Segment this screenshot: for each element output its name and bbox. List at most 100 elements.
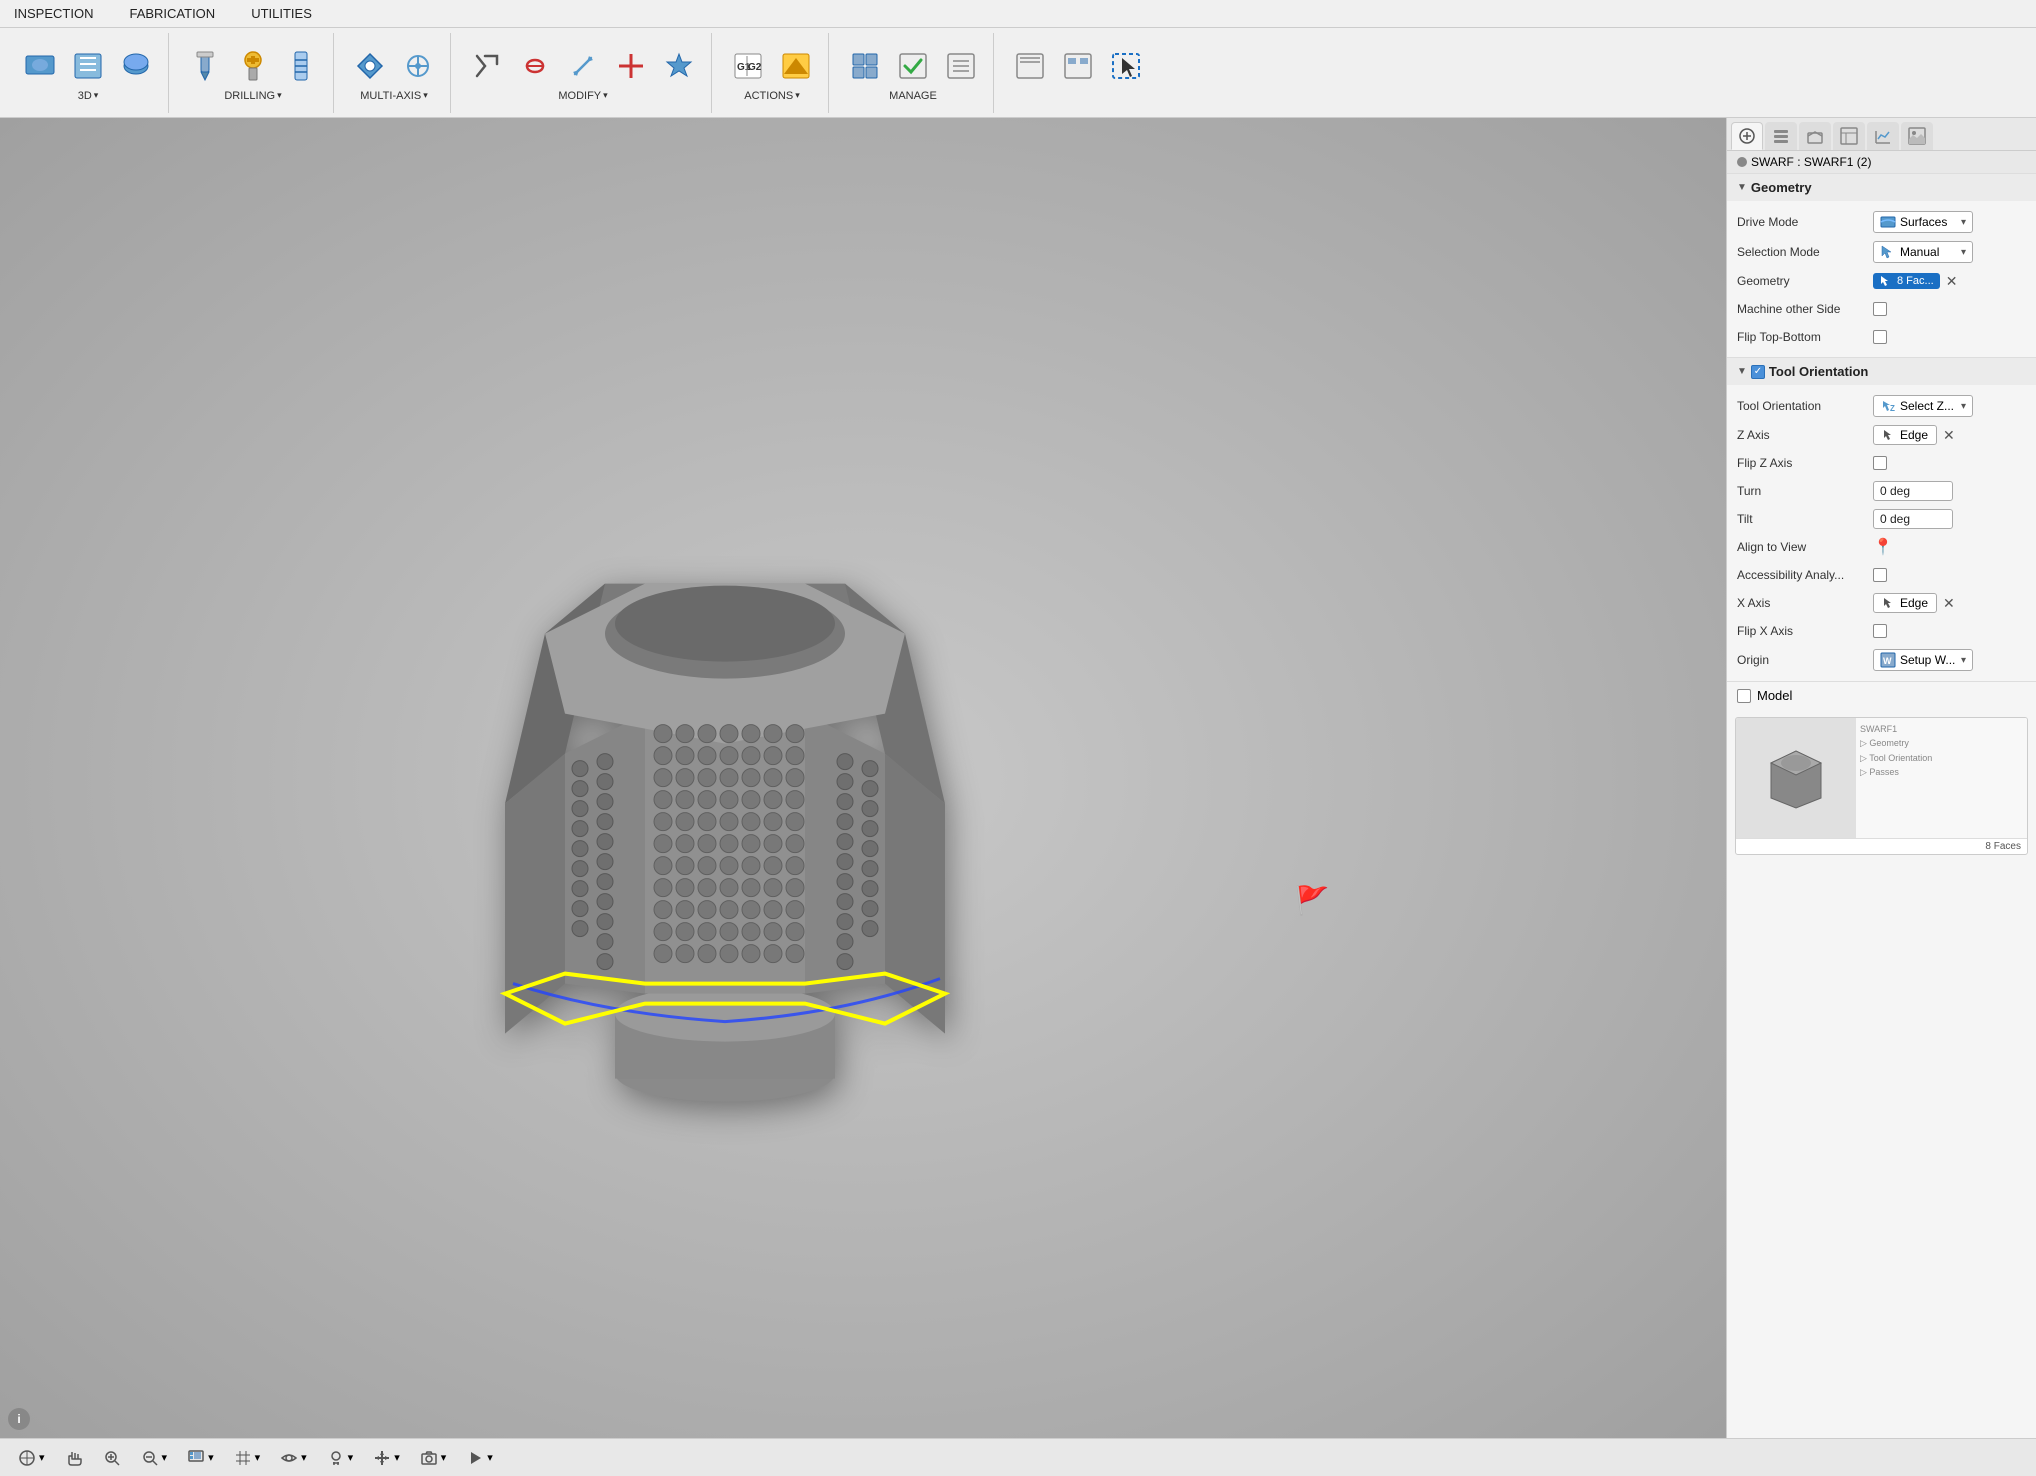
modify-btn-3[interactable] [561,44,605,88]
tilt-input[interactable]: 0 deg [1873,509,1953,529]
toolbar-modify-label[interactable]: MODIFY ▾ [558,90,607,102]
camera-icon [420,1449,438,1467]
statusbar-camera[interactable]: ▾ [414,1447,453,1469]
drill-btn-2[interactable] [231,44,275,88]
statusbar-move[interactable]: ▾ [367,1447,406,1469]
manage-btn-3[interactable] [939,44,983,88]
flip-top-bottom-checkbox[interactable] [1873,330,1887,344]
modify-btn-5[interactable] [657,44,701,88]
modify-btn-1[interactable] [465,44,509,88]
actions-btn-2[interactable] [774,44,818,88]
z-axis-clear-btn[interactable]: ✕ [1941,427,1957,444]
geometry-section-body: Drive Mode Surfaces ▾ Selection Mode [1727,201,2036,357]
tab-box[interactable] [1799,122,1831,150]
zoom2-icon [141,1449,159,1467]
actions-btn-1[interactable]: G1G2 [726,44,770,88]
machine-other-side-checkbox[interactable] [1873,302,1887,316]
statusbar-play[interactable]: ▾ [460,1447,499,1469]
tab-layers[interactable] [1765,122,1797,150]
origin-control: W Setup W... ▾ [1873,649,2026,671]
nav-btn-1[interactable] [1008,44,1052,88]
model-row: Model [1727,682,2036,709]
x-axis-edge-btn[interactable]: Edge [1873,593,1937,613]
flip-x-axis-label: Flip X Axis [1737,624,1867,638]
toolbar-group-nav: nav [998,33,1158,113]
multiaxis-btn-1[interactable] [348,44,392,88]
origin-row: Origin W Setup W... ▾ [1727,645,2036,675]
right-panel: SWARF : SWARF1 (2) ▼ Geometry Drive Mode… [1726,118,2036,1438]
menu-fabrication[interactable]: FABRICATION [123,4,221,23]
toolbar: 3D ▾ DRILLING ▾ [0,28,2036,118]
statusbar-display[interactable]: ▾ [181,1447,220,1469]
3d-btn-3[interactable] [114,44,158,88]
tool-orientation-dropdown[interactable]: Z Select Z... ▾ [1873,395,1973,417]
x-axis-label: X Axis [1737,596,1867,610]
drive-mode-control: Surfaces ▾ [1873,211,2026,233]
accessibility-analysis-control [1873,568,2026,582]
tab-image[interactable] [1901,122,1933,150]
tab-geometry[interactable] [1731,122,1763,150]
align-to-view-label: Align to View [1737,540,1867,554]
flip-x-axis-checkbox[interactable] [1873,624,1887,638]
flip-top-bottom-control [1873,330,2026,344]
select-cursor-btn[interactable] [1104,44,1148,88]
origin-dropdown[interactable]: W Setup W... ▾ [1873,649,1973,671]
tab-table[interactable] [1833,122,1865,150]
manage-btn-1[interactable] [843,44,887,88]
drill-btn-1[interactable] [183,44,227,88]
flip-z-axis-label: Flip Z Axis [1737,456,1867,470]
align-to-view-pin[interactable]: 📍 [1873,537,1893,557]
selection-mode-dropdown[interactable]: Manual ▾ [1873,241,1973,263]
coordinate-icon [18,1449,36,1467]
main-area: 🚩 i [0,118,2036,1438]
geometry-section-header[interactable]: ▼ Geometry [1727,174,2036,201]
geometry-label: Geometry [1737,274,1867,288]
x-axis-clear-btn[interactable]: ✕ [1941,595,1957,612]
accessibility-analysis-row: Accessibility Analy... [1727,561,2036,589]
drill-btn-3[interactable] [279,44,323,88]
statusbar-view[interactable]: ▾ [274,1447,313,1469]
modify-btn-2[interactable] [513,44,557,88]
toolbar-actions-label[interactable]: ACTIONS ▾ [744,90,799,102]
menu-inspection[interactable]: INSPECTION [8,4,99,23]
accessibility-analysis-checkbox[interactable] [1873,568,1887,582]
drive-mode-dropdown[interactable]: Surfaces ▾ [1873,211,1973,233]
statusbar-light[interactable]: ▾ [321,1447,360,1469]
faces-badge[interactable]: 8 Fac... [1873,273,1940,289]
turn-input[interactable]: 0 deg [1873,481,1953,501]
nav-btn-2[interactable] [1056,44,1100,88]
manage-btn-2[interactable] [891,44,935,88]
setup-w-icon: W [1880,652,1896,668]
selection-mode-arrow: ▾ [1961,247,1966,258]
geometry-collapse-arrow: ▼ [1737,182,1747,193]
statusbar-coordinate[interactable]: ▾ [12,1447,51,1469]
toolbar-group-multiaxis: MULTI-AXIS ▾ [338,33,451,113]
z-axis-edge-btn[interactable]: Edge [1873,425,1937,445]
machine-other-side-control [1873,302,2026,316]
modify-btn-4[interactable] [609,44,653,88]
select-z-icon: Z [1880,398,1896,414]
tool-orientation-checkbox[interactable] [1751,365,1765,379]
flip-z-axis-checkbox[interactable] [1873,456,1887,470]
multiaxis-btn-2[interactable] [396,44,440,88]
tab-chart[interactable] [1867,122,1899,150]
3d-btn-2[interactable] [66,44,110,88]
selection-mode-label: Selection Mode [1737,245,1867,259]
toolbar-group-manage: MANAGE [833,33,994,113]
viewport[interactable]: 🚩 i [0,118,1726,1438]
geometry-control: 8 Fac... ✕ [1873,273,2026,290]
statusbar-grid[interactable]: ▾ [228,1447,267,1469]
3d-btn-1[interactable] [18,44,62,88]
toolbar-multiaxis-label[interactable]: MULTI-AXIS ▾ [360,90,427,102]
model-checkbox[interactable] [1737,689,1751,703]
menu-utilities[interactable]: UTILITIES [245,4,318,23]
toolbar-drilling-label[interactable]: DRILLING ▾ [224,90,281,102]
geometry-clear-btn[interactable]: ✕ [1944,273,1960,290]
tool-orientation-header[interactable]: ▼ Tool Orientation [1727,358,2036,385]
geometry-section-label: Geometry [1751,180,1812,195]
statusbar-zoom2[interactable]: ▾ [135,1447,174,1469]
statusbar-hand[interactable] [59,1447,89,1469]
info-button[interactable]: i [8,1408,30,1430]
toolbar-3d-label[interactable]: 3D ▾ [78,90,99,102]
statusbar-zoom1[interactable] [97,1447,127,1469]
